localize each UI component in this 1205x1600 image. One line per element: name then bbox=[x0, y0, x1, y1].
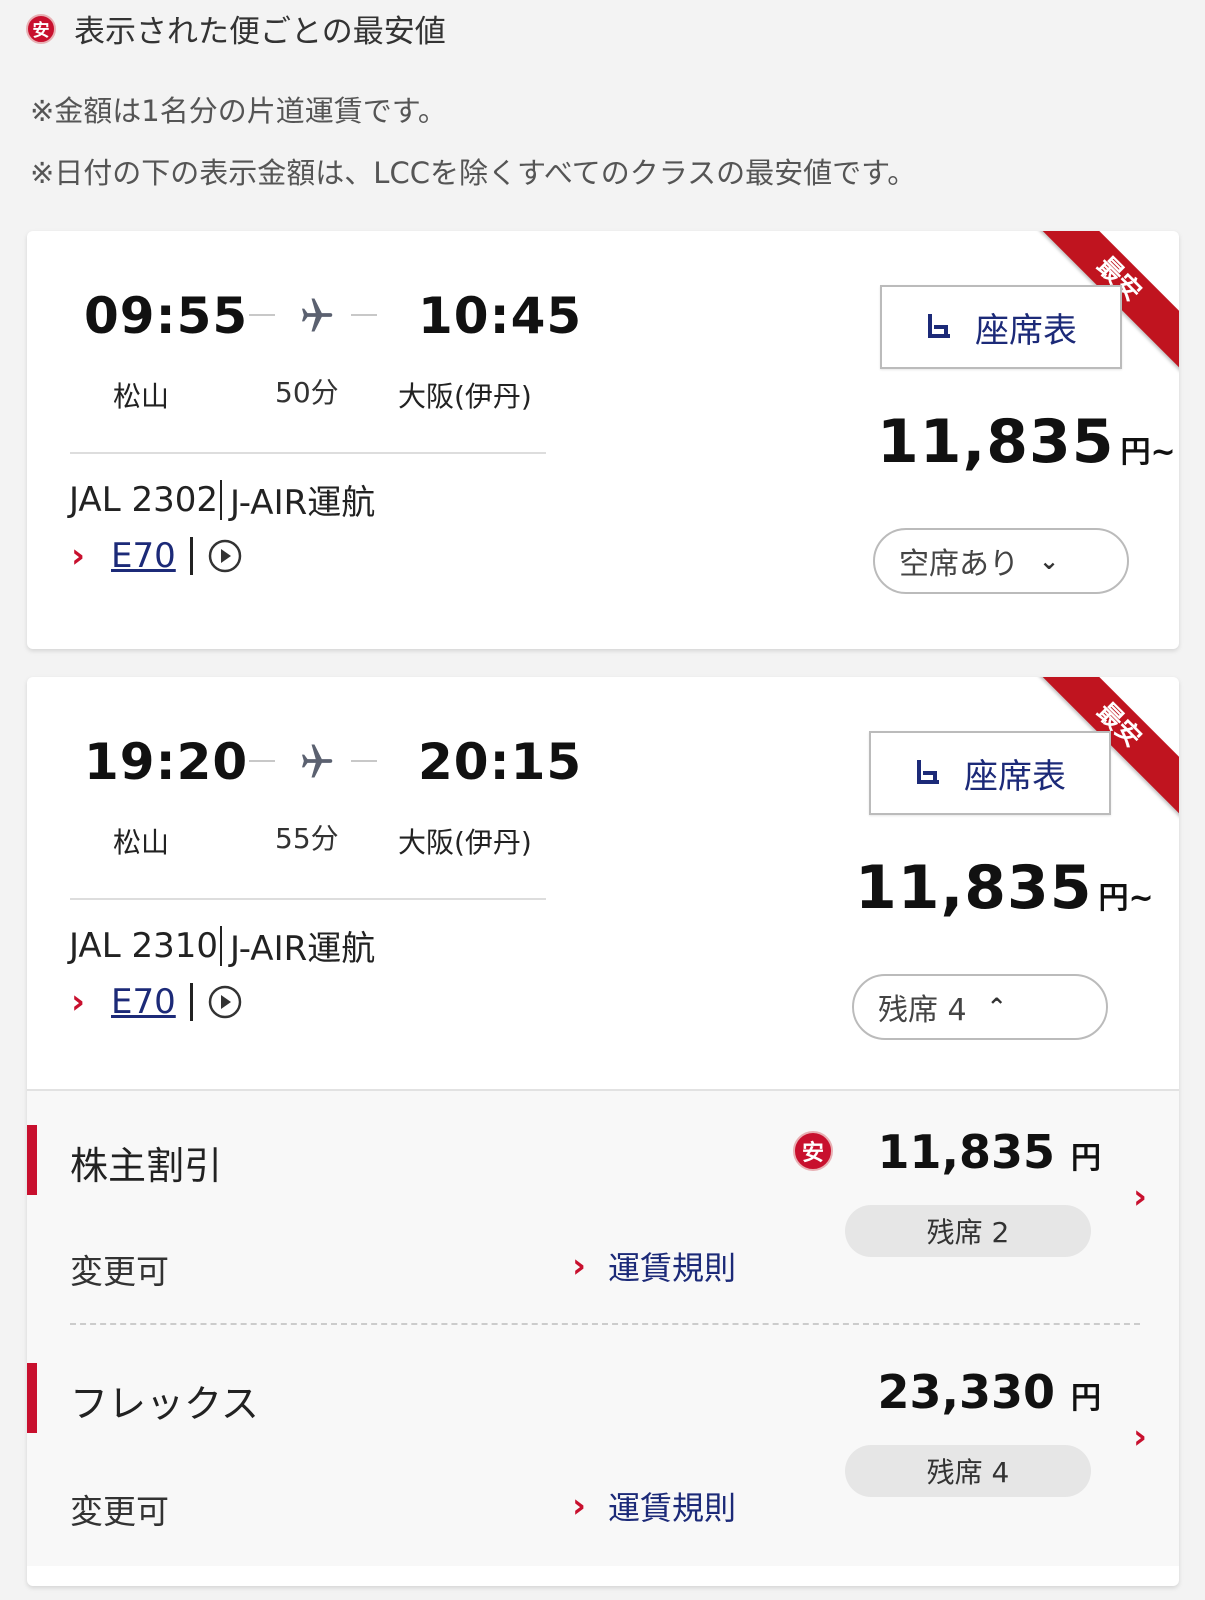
divider bbox=[70, 452, 546, 454]
flight-info: JAL 2302 J-AIR運航 bbox=[69, 475, 375, 524]
seats-left-badge: 残席 4 bbox=[845, 1445, 1091, 1497]
cheapest-badge: 安 bbox=[793, 1131, 833, 1171]
destination-airport: 大阪(伊丹) bbox=[398, 380, 532, 413]
divider bbox=[70, 898, 546, 900]
flight-card[interactable]: 最安 19:20 20:15 松山 55分 大阪(伊丹) JAL 2310 J-… bbox=[27, 677, 1179, 1586]
fare-change: 変更可 bbox=[70, 1492, 169, 1531]
aircraft-row: › E70 bbox=[71, 536, 243, 576]
arrival-time: 20:15 bbox=[418, 733, 583, 791]
flight-duration: 55分 bbox=[275, 822, 339, 855]
flight-duration: 50分 bbox=[275, 376, 339, 409]
play-circle-icon[interactable] bbox=[207, 984, 243, 1020]
departure-time: 09:55 bbox=[84, 287, 249, 345]
flight-number: JAL 2310 bbox=[69, 925, 218, 966]
chevron-right-icon: › bbox=[572, 1246, 587, 1286]
seat-icon bbox=[917, 760, 939, 784]
fare-option[interactable]: フレックス 変更可 › 運賃規則 23,330 円 残席 4 › bbox=[27, 1331, 1179, 1551]
fare-name: フレックス bbox=[70, 1382, 259, 1426]
route-indicator bbox=[249, 293, 377, 337]
seatmap-button[interactable]: 座席表 bbox=[880, 285, 1122, 369]
chevron-right-icon: › bbox=[71, 982, 86, 1022]
fare-options: 株主割引 変更可 › 運賃規則 安 11,835 円 残席 2 › フレックス … bbox=[27, 1089, 1179, 1566]
airplane-icon bbox=[302, 744, 333, 778]
divider bbox=[70, 1323, 1140, 1325]
legend-text: 表示された便ごとの最安値 bbox=[74, 14, 446, 50]
availability-toggle[interactable]: 残席 4 ⌃ bbox=[852, 974, 1108, 1040]
flight-info: JAL 2310 J-AIR運航 bbox=[69, 921, 375, 970]
fare-note-2: ※日付の下の表示金額は、LCCを除くすべてのクラスの最安値です。 bbox=[30, 156, 917, 190]
route-indicator bbox=[249, 739, 377, 783]
flight-price: 11,835 円~ bbox=[855, 853, 1154, 923]
play-circle-icon[interactable] bbox=[207, 538, 243, 574]
fare-change: 変更可 bbox=[70, 1252, 169, 1291]
arrival-time: 10:45 bbox=[418, 287, 583, 345]
fare-price: 23,330 円 bbox=[877, 1365, 1101, 1419]
availability-toggle[interactable]: 空席あり ⌄ bbox=[873, 528, 1129, 594]
chevron-right-icon: › bbox=[71, 536, 86, 576]
chevron-right-icon: › bbox=[572, 1486, 587, 1526]
origin-airport: 松山 bbox=[113, 380, 170, 413]
operator: J-AIR運航 bbox=[229, 483, 376, 523]
departure-time: 19:20 bbox=[84, 733, 249, 791]
chevron-down-icon: ⌄ bbox=[1039, 547, 1060, 575]
fare-name: 株主割引 bbox=[70, 1144, 223, 1188]
airplane-icon bbox=[302, 298, 333, 332]
flight-price: 11,835 円~ bbox=[877, 407, 1176, 477]
seatmap-button[interactable]: 座席表 bbox=[869, 731, 1111, 815]
origin-airport: 松山 bbox=[113, 826, 170, 859]
fare-rules-link[interactable]: › 運賃規則 bbox=[572, 1243, 736, 1289]
aircraft-link[interactable]: E70 bbox=[111, 982, 176, 1022]
chevron-right-icon[interactable]: › bbox=[1133, 1417, 1147, 1457]
aircraft-link[interactable]: E70 bbox=[111, 536, 176, 576]
flight-number: JAL 2302 bbox=[69, 479, 218, 520]
fare-note-1: ※金額は1名分の片道運賃です。 bbox=[30, 94, 447, 128]
flight-card[interactable]: 最安 09:55 10:45 松山 50分 大阪(伊丹) JAL 2302 J-… bbox=[27, 231, 1179, 649]
fare-rules-link[interactable]: › 運賃規則 bbox=[572, 1483, 736, 1529]
cheapest-legend: 安 表示された便ごとの最安値 bbox=[26, 6, 446, 51]
destination-airport: 大阪(伊丹) bbox=[398, 826, 532, 859]
fare-option[interactable]: 株主割引 変更可 › 運賃規則 安 11,835 円 残席 2 › bbox=[27, 1091, 1179, 1325]
aircraft-row: › E70 bbox=[71, 982, 243, 1022]
chevron-right-icon[interactable]: › bbox=[1133, 1177, 1147, 1217]
seats-left-badge: 残席 2 bbox=[845, 1205, 1091, 1257]
chevron-up-icon: ⌃ bbox=[986, 993, 1007, 1021]
seat-icon bbox=[928, 314, 950, 338]
operator: J-AIR運航 bbox=[229, 929, 376, 969]
cheapest-badge: 安 bbox=[26, 13, 56, 44]
fare-price: 11,835 円 bbox=[877, 1125, 1101, 1179]
